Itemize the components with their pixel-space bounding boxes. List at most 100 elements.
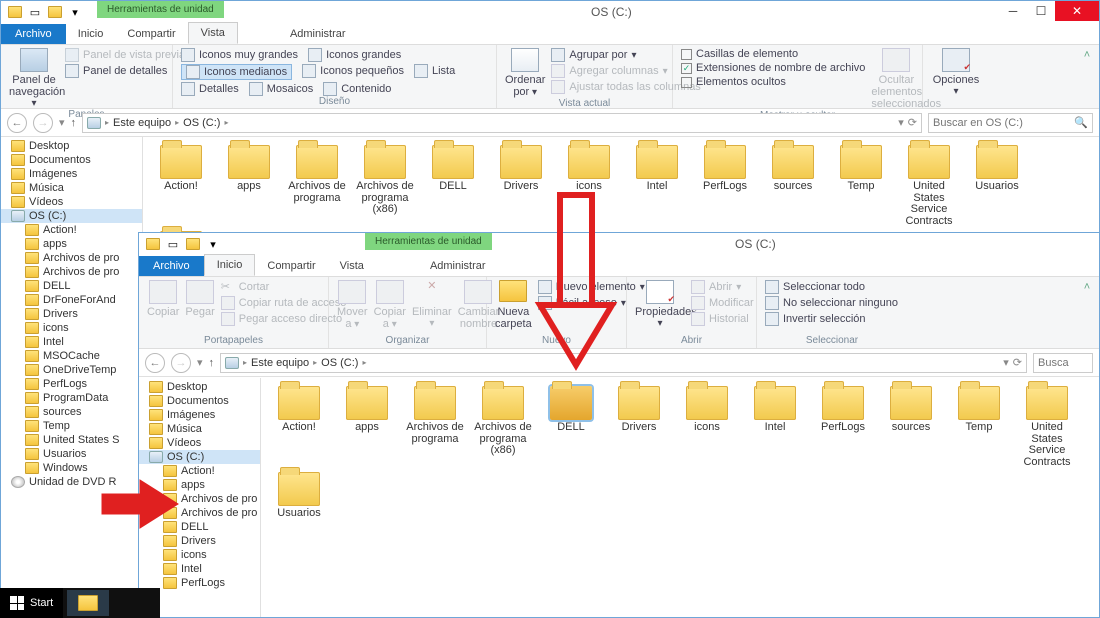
folder-item[interactable]: Usuarios	[967, 145, 1027, 227]
recent-locations-dropdown[interactable]: ▾	[197, 356, 203, 369]
tree-node[interactable]: DELL	[1, 279, 142, 293]
delete-button[interactable]: ✕Eliminar ▾	[412, 280, 452, 329]
up-button[interactable]: ↑	[71, 117, 77, 129]
folder-item[interactable]: Archivos de programa	[405, 386, 465, 468]
preview-pane-button[interactable]: Panel de vista previa	[65, 48, 185, 62]
folder-item[interactable]: Drivers	[491, 145, 551, 227]
tree-node[interactable]: Drivers	[139, 534, 260, 548]
minimize-button[interactable]: ─	[999, 1, 1027, 21]
tree-node[interactable]: ProgramData	[1, 391, 142, 405]
layout-large-icons[interactable]: Iconos grandes	[308, 48, 401, 62]
layout-content[interactable]: Contenido	[323, 82, 391, 96]
file-ext-toggle[interactable]: ✓Extensiones de nombre de archivo	[681, 62, 865, 74]
paste-shortcut-button[interactable]: Pegar acceso directo	[221, 312, 347, 326]
tree-node[interactable]: Intel	[139, 562, 260, 576]
tree-node[interactable]: Action!	[1, 223, 142, 237]
navigation-tree[interactable]: DesktopDocumentosImágenesMúsicaVídeosOS …	[1, 137, 143, 595]
qat-dropdown-icon[interactable]: ▾	[205, 236, 221, 252]
folder-content-area[interactable]: Action!appsArchivos de programaArchivos …	[261, 378, 1099, 617]
search-box[interactable]	[1033, 353, 1093, 373]
tab-share[interactable]: Compartir	[255, 256, 327, 276]
taskbar-explorer-button[interactable]	[67, 590, 109, 616]
tab-home[interactable]: Inicio	[204, 254, 256, 276]
qat-newfolder-icon[interactable]	[47, 4, 63, 20]
layout-list[interactable]: Lista	[414, 64, 455, 78]
folder-item[interactable]: Archivos de programa (x86)	[355, 145, 415, 227]
cut-button[interactable]: ✂Cortar	[221, 280, 347, 294]
tree-node[interactable]: Archivos de pro	[1, 265, 142, 279]
folder-item[interactable]: Archivos de programa (x86)	[473, 386, 533, 468]
tree-node[interactable]: OS (C:)	[139, 450, 260, 464]
layout-details[interactable]: Detalles	[181, 82, 239, 96]
tree-node[interactable]: DELL	[139, 520, 260, 534]
breadcrumb-segment[interactable]: Este equipo	[113, 117, 171, 129]
copy-path-button[interactable]: Copiar ruta de acceso	[221, 296, 347, 310]
tree-node[interactable]: Action!	[139, 464, 260, 478]
layout-small-icons[interactable]: Iconos pequeños	[302, 64, 404, 78]
tree-node[interactable]: Archivos de pro	[1, 251, 142, 265]
tree-node[interactable]: Archivos de pro	[139, 492, 260, 506]
folder-item[interactable]: sources	[881, 386, 941, 468]
tree-node[interactable]: Drivers	[1, 307, 142, 321]
tree-node[interactable]: DrFoneForAnd	[1, 293, 142, 307]
folder-item[interactable]: Temp	[949, 386, 1009, 468]
tree-node[interactable]: Vídeos	[139, 436, 260, 450]
tree-node[interactable]: Temp	[1, 419, 142, 433]
tree-node[interactable]: icons	[1, 321, 142, 335]
address-dropdown-icon[interactable]: ▾	[1003, 356, 1009, 369]
move-to-button[interactable]: Mover a ▾	[337, 280, 368, 330]
tree-node[interactable]: Documentos	[139, 394, 260, 408]
address-bar[interactable]: ▸ Este equipo ▸ OS (C:) ▸ ▾⟳	[220, 353, 1027, 373]
select-none-button[interactable]: No seleccionar ninguno	[765, 296, 898, 310]
item-checkboxes-toggle[interactable]: Casillas de elemento	[681, 48, 865, 60]
search-box[interactable]: 🔍	[928, 113, 1093, 133]
refresh-icon[interactable]: ⟳	[1013, 356, 1022, 369]
folder-item[interactable]: PerfLogs	[813, 386, 873, 468]
folder-item[interactable]: Action!	[151, 145, 211, 227]
hidden-items-toggle[interactable]: Elementos ocultos	[681, 76, 865, 88]
tab-view[interactable]: Vista	[328, 256, 376, 276]
refresh-icon[interactable]: ⟳	[908, 116, 917, 129]
tree-node[interactable]: apps	[1, 237, 142, 251]
tree-node[interactable]: Imágenes	[139, 408, 260, 422]
tree-node[interactable]: Archivos de pro	[139, 506, 260, 520]
tree-node[interactable]: icons	[139, 548, 260, 562]
edit-button[interactable]: Modificar	[691, 296, 754, 310]
up-button[interactable]: ↑	[209, 357, 215, 369]
ribbon-collapse-icon[interactable]: ˄	[1075, 45, 1099, 108]
tree-node[interactable]: Intel	[1, 335, 142, 349]
tab-manage[interactable]: Administrar	[418, 256, 498, 276]
ribbon-collapse-icon[interactable]: ˄	[1075, 277, 1099, 348]
close-button[interactable]: ✕	[1055, 1, 1099, 21]
tree-node[interactable]: Usuarios	[1, 447, 142, 461]
properties-button[interactable]: ✔Propiedades ▾	[635, 280, 685, 329]
recent-locations-dropdown[interactable]: ▾	[59, 116, 65, 129]
start-button[interactable]: Start	[0, 588, 63, 618]
options-button[interactable]: ✔ Opciones ▾	[931, 48, 981, 97]
select-all-button[interactable]: Seleccionar todo	[765, 280, 898, 294]
qat-newfolder-icon[interactable]	[185, 236, 201, 252]
layout-tiles[interactable]: Mosaicos	[249, 82, 313, 96]
forward-button[interactable]: →	[33, 113, 53, 133]
folder-item[interactable]: Intel	[745, 386, 805, 468]
folder-item[interactable]: United States Service Contracts	[899, 145, 959, 227]
folder-item[interactable]: icons	[677, 386, 737, 468]
new-folder-button[interactable]: Nueva carpeta	[495, 280, 532, 330]
folder-item[interactable]: PerfLogs	[695, 145, 755, 227]
folder-item[interactable]: apps	[337, 386, 397, 468]
tree-node[interactable]: Música	[139, 422, 260, 436]
folder-item[interactable]: Intel	[627, 145, 687, 227]
tree-node[interactable]: Vídeos	[1, 195, 142, 209]
tree-node[interactable]: PerfLogs	[1, 377, 142, 391]
tree-node[interactable]: United States S	[1, 433, 142, 447]
folder-item[interactable]: Archivos de programa	[287, 145, 347, 227]
qat-dropdown-icon[interactable]: ▾	[67, 4, 83, 20]
tree-node[interactable]: MSOCache	[1, 349, 142, 363]
tab-share[interactable]: Compartir	[115, 24, 187, 44]
tab-home[interactable]: Inicio	[66, 24, 116, 44]
tab-view[interactable]: Vista	[188, 22, 238, 44]
tree-node[interactable]: Unidad de DVD R	[1, 475, 142, 489]
tree-node[interactable]: Documentos	[1, 153, 142, 167]
folder-item[interactable]: Temp	[831, 145, 891, 227]
folder-item[interactable]: DELL	[541, 386, 601, 468]
